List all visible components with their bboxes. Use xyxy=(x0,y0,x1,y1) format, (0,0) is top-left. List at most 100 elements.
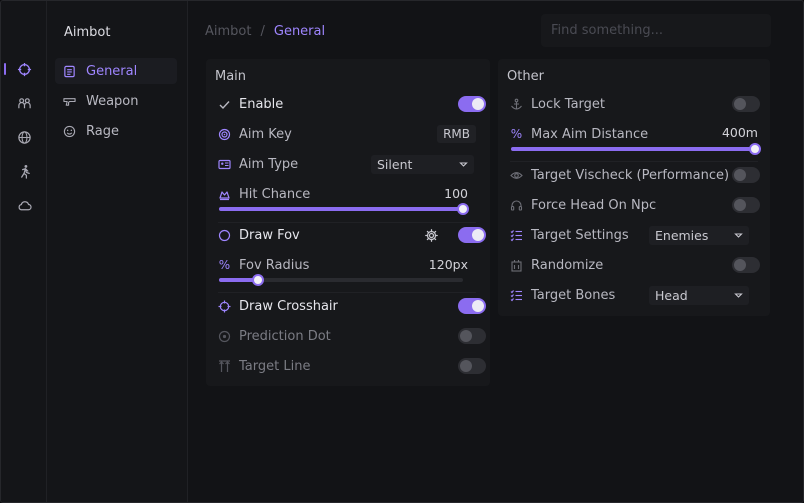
rail-item-aimbot[interactable] xyxy=(1,57,47,81)
rail-item-players[interactable] xyxy=(1,91,47,115)
building-icon xyxy=(510,259,523,272)
list-check-icon xyxy=(510,289,523,302)
slider-fill xyxy=(219,207,463,211)
sidebar-item-label: Weapon xyxy=(86,93,139,109)
sidebar-item-weapon[interactable]: Weapon xyxy=(55,88,177,114)
section-sidebar: Aimbot General Weapon Rage xyxy=(47,1,188,502)
main-content: Aimbot / General Main Enable Aim Key xyxy=(188,1,803,502)
slider-thumb[interactable] xyxy=(457,203,469,215)
rail-item-world[interactable] xyxy=(1,125,47,149)
fov-radius-row: % Fov Radius xyxy=(218,255,310,275)
panel-title-main: Main xyxy=(215,69,247,84)
target-line-label: Target Line xyxy=(239,358,311,374)
fov-radius-value: 120px xyxy=(428,257,468,272)
running-person-icon xyxy=(20,164,30,179)
slider-fill xyxy=(511,147,755,151)
aim-type-label: Aim Type xyxy=(239,156,299,172)
panel-title-other: Other xyxy=(507,69,544,84)
force-head-row: Force Head On Npc xyxy=(510,195,656,215)
slider-thumb[interactable] xyxy=(749,143,761,155)
gear-icon[interactable] xyxy=(425,229,438,242)
main-panel: Main Enable Aim Key RMB Aim Type Silent … xyxy=(206,59,490,386)
sidebar-item-label: Rage xyxy=(86,123,119,139)
dot-icon xyxy=(218,330,231,343)
max-aim-distance-row: % Max Aim Distance xyxy=(510,124,648,144)
prediction-dot-toggle[interactable] xyxy=(458,328,486,344)
fov-radius-slider[interactable] xyxy=(219,274,463,286)
sidebar-item-general[interactable]: General xyxy=(55,58,177,84)
headset-icon xyxy=(510,199,523,212)
aim-type-value: Silent xyxy=(377,157,413,172)
fov-radius-label: Fov Radius xyxy=(239,257,310,273)
prediction-dot-row: Prediction Dot xyxy=(218,326,331,346)
enable-toggle[interactable] xyxy=(458,96,486,112)
circle-icon xyxy=(218,229,231,242)
hit-chance-label: Hit Chance xyxy=(239,186,311,202)
enable-label: Enable xyxy=(239,96,284,112)
aim-key-bind[interactable]: RMB xyxy=(437,125,476,143)
target-bones-label: Target Bones xyxy=(531,287,616,303)
draw-fov-toggle[interactable] xyxy=(458,227,486,243)
force-head-toggle[interactable] xyxy=(732,197,760,213)
app-window: Aimbot General Weapon Rage Aimbot / Gene… xyxy=(0,0,804,503)
list-check-icon xyxy=(510,229,523,242)
randomize-label: Randomize xyxy=(531,257,604,273)
checkmark-icon xyxy=(218,98,231,111)
icon-rail xyxy=(1,1,47,502)
aim-key-label: Aim Key xyxy=(239,126,292,142)
chevron-down-icon xyxy=(459,162,468,167)
aim-type-row: Aim Type xyxy=(218,154,298,174)
lock-target-row: Lock Target xyxy=(510,94,605,114)
hit-chance-row: Hit Chance xyxy=(218,184,310,204)
divider xyxy=(218,292,476,293)
draw-fov-row: Draw Fov xyxy=(218,225,300,245)
force-head-label: Force Head On Npc xyxy=(531,197,657,213)
target-settings-row: Target Settings xyxy=(510,225,629,245)
id-card-icon xyxy=(218,158,231,171)
sidebar-item-rage[interactable]: Rage xyxy=(55,118,177,144)
aim-type-select[interactable]: Silent xyxy=(371,155,474,174)
target-line-toggle[interactable] xyxy=(458,358,486,374)
sparkle-icon xyxy=(218,188,231,201)
gun-icon xyxy=(63,97,76,106)
rail-item-movement[interactable] xyxy=(1,159,47,183)
vischeck-toggle[interactable] xyxy=(732,167,760,183)
lock-target-label: Lock Target xyxy=(531,96,605,112)
chevron-down-icon xyxy=(734,233,743,238)
breadcrumb-root[interactable]: Aimbot xyxy=(205,24,251,39)
crosshair-icon xyxy=(17,62,31,76)
randomize-toggle[interactable] xyxy=(732,257,760,273)
search-input[interactable] xyxy=(541,14,771,47)
crosshair-icon xyxy=(218,300,231,313)
target-bones-select[interactable]: Head xyxy=(649,286,749,305)
draw-crosshair-toggle[interactable] xyxy=(458,298,486,314)
smiley-icon xyxy=(63,125,76,137)
eye-icon xyxy=(510,169,523,182)
target-bones-row: Target Bones xyxy=(510,285,615,305)
users-icon xyxy=(17,97,31,108)
breadcrumb-current: General xyxy=(273,24,326,39)
target-bones-value: Head xyxy=(655,288,688,303)
percent-icon: % xyxy=(510,127,523,141)
hit-chance-slider[interactable] xyxy=(219,203,469,215)
anchor-icon xyxy=(510,98,523,111)
aim-key-row: Aim Key xyxy=(218,124,292,144)
section-title: Aimbot xyxy=(64,25,111,40)
document-icon xyxy=(64,65,75,77)
divider xyxy=(218,222,476,223)
target-line-row: Target Line xyxy=(218,356,310,376)
cloud-icon xyxy=(18,200,32,210)
lock-target-toggle[interactable] xyxy=(732,96,760,112)
max-aim-distance-label: Max Aim Distance xyxy=(531,126,649,142)
max-aim-distance-slider[interactable] xyxy=(511,143,761,155)
target-settings-select[interactable]: Enemies xyxy=(649,226,749,245)
vischeck-row: Target Vischeck (Performance) xyxy=(510,165,729,185)
rail-item-cloud[interactable] xyxy=(1,193,47,217)
percent-icon: % xyxy=(218,258,231,272)
globe-icon xyxy=(17,130,31,144)
randomize-row: Randomize xyxy=(510,255,603,275)
other-panel: Other Lock Target % Max Aim Distance 400… xyxy=(498,59,770,316)
slider-thumb[interactable] xyxy=(252,274,265,286)
draw-crosshair-row: Draw Crosshair xyxy=(218,296,338,316)
divider xyxy=(510,161,758,162)
